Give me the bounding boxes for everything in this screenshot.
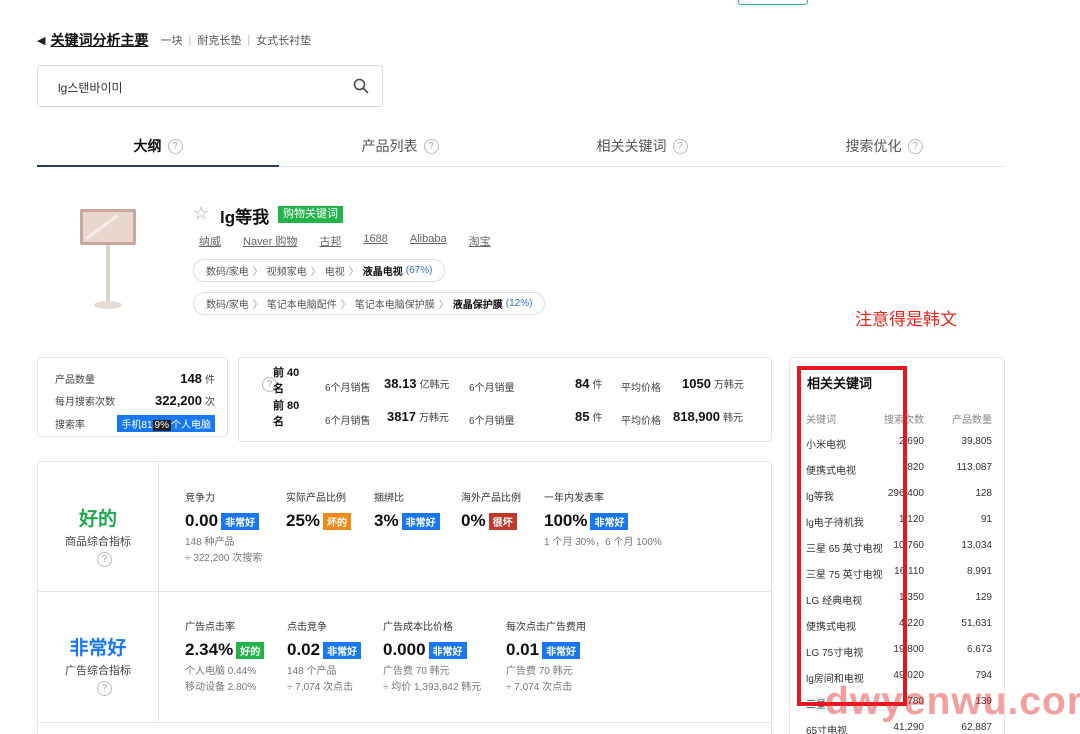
help-icon[interactable]: ? [167, 138, 183, 154]
search-rate-bar: 手机81 9% 个人电脑 [117, 415, 215, 432]
tab-outline[interactable]: 大纲? [37, 126, 279, 167]
help-icon[interactable]: ? [907, 138, 923, 154]
help-icon[interactable]: ? [97, 552, 112, 567]
status-badge: 非常好 [401, 512, 440, 530]
status-badge: 非常好 [590, 512, 629, 530]
watermark: dwyenwu.com [825, 680, 1080, 723]
tab-product-list[interactable]: 产品列表? [279, 126, 521, 166]
next-metrics-panel [37, 722, 772, 734]
tab-search-optimization[interactable]: 搜索优化? [763, 126, 1005, 166]
status-badge: 非常好 [323, 641, 362, 659]
metric-competitiveness: 竞争力 0.00 非常好 148 种产品 ÷ 322,200 次搜索 [185, 493, 263, 564]
goods-grade-label: 商品综合指标 [65, 536, 131, 548]
breadcrumb-item[interactable]: 耐克长垫 [197, 32, 241, 48]
status-badge: 坏的 [323, 512, 352, 530]
tab-bar: 大纲? 产品列表? 相关关键词? 搜索优化? [37, 126, 1005, 167]
ads-grade-cell: 非常好 广告综合指标 ? [38, 591, 159, 722]
breadcrumb: ◀ 关键词分析主要 一块 | 耐克长垫 | 女式长衬垫 [37, 30, 312, 50]
goods-grade-cell: 好的 商品综合指标 ? [38, 462, 159, 591]
metric-bundle-ratio: 捆绑比 3% 非常好 [374, 489, 440, 531]
breadcrumb-title[interactable]: 关键词分析主要 [50, 30, 148, 50]
shopping-keyword-badge: 购物关键词 [278, 206, 343, 223]
external-links: 纳威 Naver 购物 古邦 1688 Alibaba 淘宝 [199, 233, 513, 249]
link-coupang[interactable]: 古邦 [319, 233, 341, 249]
link-alibaba[interactable]: Alibaba [410, 233, 447, 249]
metric-ad-cost-vs-price: 广告成本比价格 0.000 非常好 广告费 70 韩元 ÷ 均价 1,393,842… [383, 622, 482, 693]
breadcrumb-item[interactable]: 女式长衬垫 [256, 32, 311, 48]
metric-cost-per-click: 每次点击广告费用 0.01 非常好 广告费 70 韩元 ÷ 7,074 次点击 [506, 622, 586, 693]
search-input[interactable] [58, 77, 338, 97]
volume-6m-value: 85 件 [575, 409, 603, 424]
link-1688[interactable]: 1688 [363, 233, 387, 249]
highlight-frame [797, 366, 907, 706]
back-arrow-icon[interactable]: ◀ [37, 34, 45, 47]
status-badge: 非常好 [428, 641, 467, 659]
metric-actual-product-ratio: 实际产品比例 25% 坏的 [286, 489, 352, 531]
goods-grade: 好的 [78, 509, 117, 530]
link-naver-wei[interactable]: 纳威 [199, 233, 221, 249]
help-icon[interactable]: ? [672, 138, 688, 154]
product-stats-box: 产品数量 148 件 每月搜索次数 322,200 次 搜索率 手机81 9% 个人电脑 [37, 357, 228, 437]
ads-grade: 非常好 [69, 638, 127, 659]
link-naver-shopping[interactable]: Naver 购物 [243, 233, 297, 249]
metric-click-competition: 点击竞争 0.02 非常好 148 个产品 ÷ 7,074 次点击 [287, 618, 362, 696]
ads-metrics-panel: 非常好 广告综合指标 ? 广告点击率 2.34% 好的 个人电脑 0.44% 移动设… [37, 591, 772, 723]
rank-top-40: 前 40 名 [273, 367, 300, 395]
help-icon[interactable]: ? [423, 138, 439, 154]
sales-stats-box: ? 前 40 名 前 80 名 6个月销售 38.13 亿韩元 6个月销量 84 件… [238, 357, 772, 442]
product-image [80, 209, 136, 309]
top-button-edge[interactable] [738, 0, 808, 5]
tab-related-keywords[interactable]: 相关关键词? [521, 126, 763, 166]
search-rate-row: 搜索率 手机81 9% 个人电脑 [55, 415, 215, 432]
search-icon[interactable] [353, 78, 369, 94]
avg-price-value: 1050 万韩元 [682, 376, 744, 391]
ads-grade-label: 广告综合指标 [65, 665, 131, 677]
product-title: lg等我 [220, 208, 270, 227]
sales-6m-value: 38.13 亿韩元 [384, 376, 450, 391]
search-box [37, 65, 383, 107]
help-icon[interactable]: ? [97, 681, 112, 696]
metric-ad-ctr: 广告点击率 2.34% 好的 个人电脑 0.44% 移动设备 2.80% [185, 618, 265, 696]
volume-6m-value: 84 件 [575, 376, 603, 391]
avg-price-value: 818,900 韩元 [673, 409, 743, 424]
metric-overseas-ratio: 海外产品比例 0% 很坏 [461, 493, 521, 530]
product-count-row: 产品数量 148 件 [55, 371, 215, 386]
favorite-star-icon[interactable]: ☆ [193, 203, 209, 224]
status-badge: 好的 [236, 641, 265, 659]
metric-yearly-publish-rate: 一年内发表率 100% 非常好 1 个月 30%，6 个月 100% [544, 493, 662, 548]
rank-top-80: 前 80 名 [273, 400, 300, 428]
status-badge: 很坏 [488, 512, 517, 530]
breadcrumb-item[interactable]: 一块 [160, 32, 182, 48]
category-pill[interactable]: 数码/家电〉 视频家电〉 电视〉 液晶电视 (67%) [193, 259, 446, 282]
status-badge: 非常好 [542, 641, 581, 659]
link-taobao[interactable]: 淘宝 [469, 233, 491, 249]
monthly-search-row: 每月搜索次数 322,200 次 [55, 393, 215, 408]
status-badge: 非常好 [221, 512, 260, 530]
goods-metrics-panel: 好的 商品综合指标 ? 竞争力 0.00 非常好 148 种产品 ÷ 322,200… [37, 461, 772, 592]
annotation-note: 注意得是韩文 [855, 310, 957, 329]
category-pill[interactable]: 数码/家电〉 笔记本电脑配件〉 笔记本电脑保护膜〉 液晶保护膜 (12%) [193, 292, 546, 315]
sales-6m-value: 3817 万韩元 [387, 409, 449, 424]
